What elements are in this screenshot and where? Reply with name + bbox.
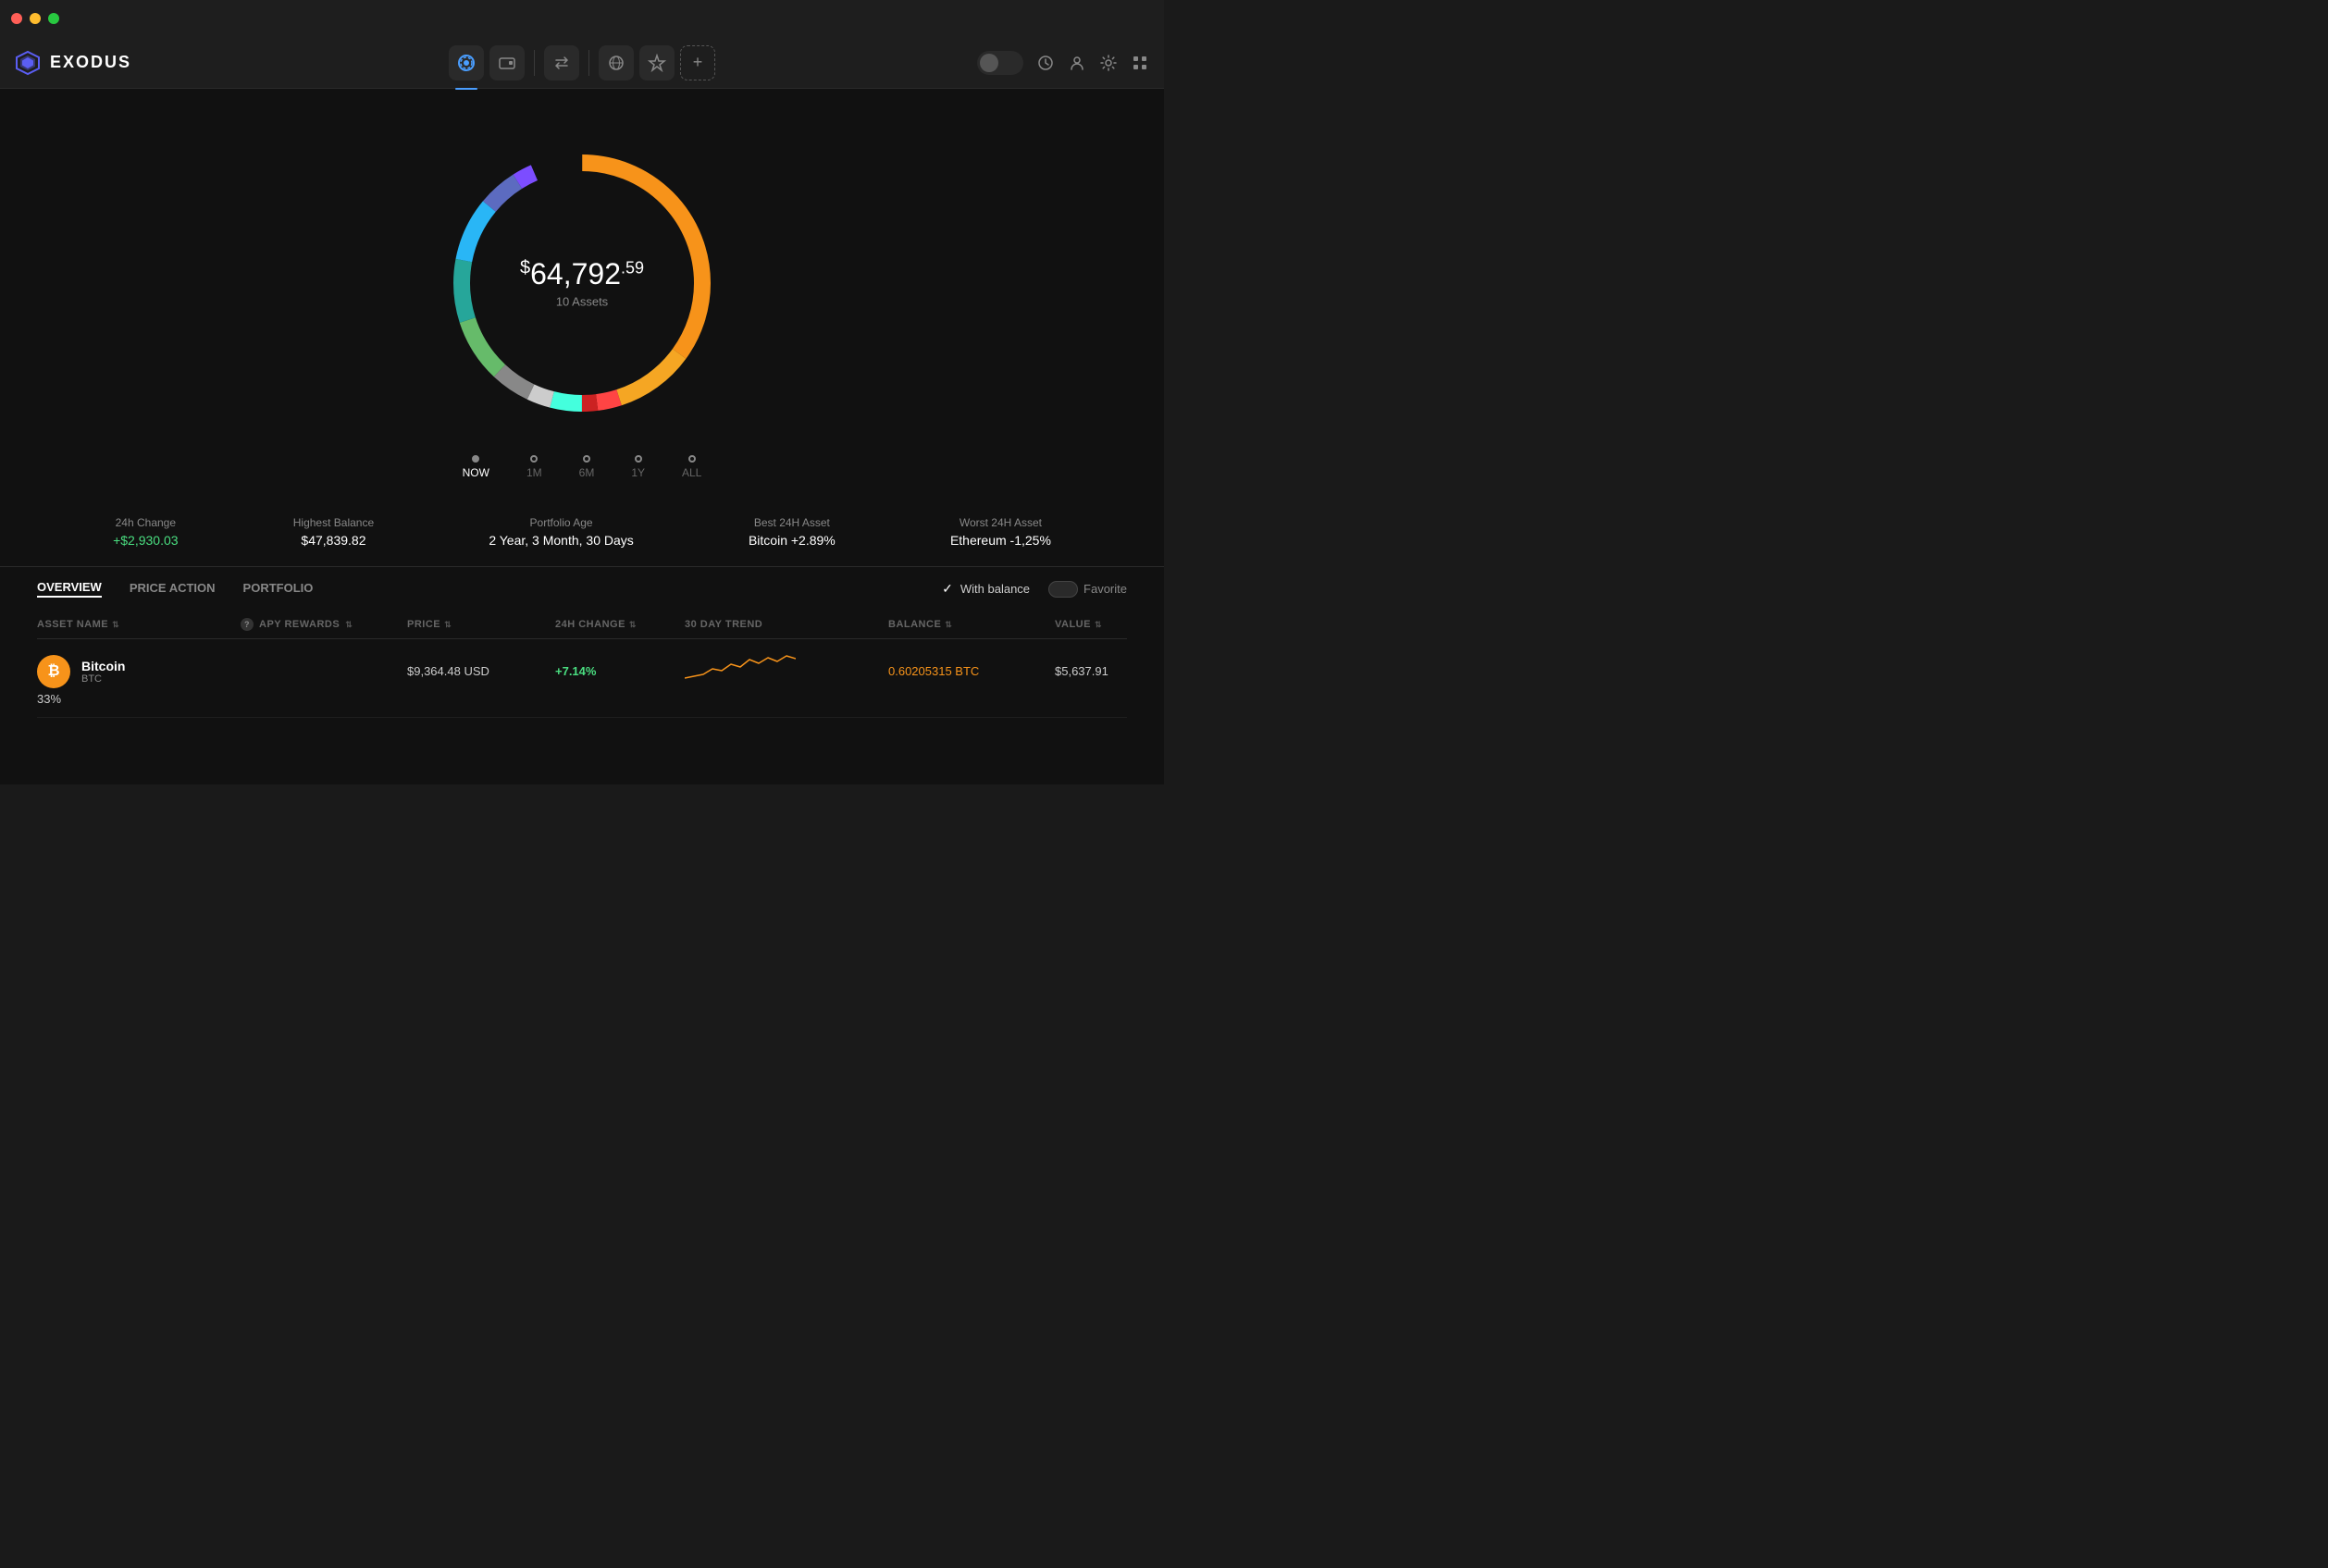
favorite-filter[interactable]: Favorite bbox=[1048, 581, 1127, 598]
nav-divider bbox=[534, 50, 535, 76]
price-cell: $9,364.48 USD bbox=[407, 664, 555, 678]
stat-24h-change: 24h Change +$2,930.03 bbox=[113, 516, 178, 548]
timeline-1m[interactable]: 1M bbox=[526, 455, 542, 479]
timeline-dot-now bbox=[472, 455, 479, 463]
nav-right bbox=[977, 51, 1149, 75]
portfolio-donut-chart: $64,792.59 10 Assets bbox=[425, 126, 739, 440]
app-name: EXODUS bbox=[50, 53, 131, 72]
nav-add-button[interactable]: + bbox=[680, 45, 715, 80]
apps-button[interactable] bbox=[1131, 54, 1149, 72]
timeline-dot-all bbox=[688, 455, 696, 463]
trend-cell bbox=[685, 650, 888, 692]
balance-cell: 0.60205315 BTC bbox=[888, 664, 1055, 678]
sort-icon-change: ⇅ bbox=[629, 620, 637, 630]
nav-portfolio-button[interactable] bbox=[449, 45, 484, 80]
nav-divider-2 bbox=[588, 50, 589, 76]
nav-browser-button[interactable] bbox=[599, 45, 634, 80]
nav-wallet-button[interactable] bbox=[489, 45, 525, 80]
settings-button[interactable] bbox=[1099, 54, 1118, 72]
favorite-toggle-box[interactable] bbox=[1048, 581, 1078, 598]
help-icon: ? bbox=[241, 618, 254, 631]
asset-info: Bitcoin BTC bbox=[81, 659, 125, 685]
check-icon: ✓ bbox=[942, 581, 953, 597]
sort-icon-value: ⇅ bbox=[1095, 620, 1102, 630]
trend-sparkline bbox=[685, 650, 796, 687]
portfolio-amount: $64,792.59 bbox=[520, 258, 644, 291]
tabs-filters: ✓ With balance Favorite bbox=[942, 581, 1127, 598]
timeline-1y[interactable]: 1Y bbox=[631, 455, 645, 479]
tab-overview[interactable]: OVERVIEW bbox=[37, 580, 102, 598]
timeline-6m[interactable]: 6M bbox=[579, 455, 595, 479]
change-cell: +7.14% bbox=[555, 664, 685, 678]
minimize-button[interactable] bbox=[30, 13, 41, 24]
portfolio-value-center: $64,792.59 10 Assets bbox=[520, 258, 644, 309]
timeline-dot-1y bbox=[635, 455, 642, 463]
timeline-all[interactable]: ALL bbox=[682, 455, 701, 479]
asset-table: ASSET NAME ⇅ ? APY REWARDS ⇅ PRICE ⇅ 24H… bbox=[0, 611, 1164, 718]
nav-earn-button[interactable] bbox=[639, 45, 675, 80]
stats-row: 24h Change +$2,930.03 Highest Balance $4… bbox=[0, 498, 1164, 566]
th-price[interactable]: PRICE ⇅ bbox=[407, 618, 555, 631]
asset-name-cell: ₿ Bitcoin BTC bbox=[37, 655, 241, 688]
with-balance-filter[interactable]: ✓ With balance bbox=[942, 581, 1030, 597]
maximize-button[interactable] bbox=[48, 13, 59, 24]
profile-button[interactable] bbox=[1068, 54, 1086, 72]
portfolio-section: $64,792.59 10 Assets NOW 1M 6M 1Y bbox=[0, 107, 1164, 488]
th-asset-name[interactable]: ASSET NAME ⇅ bbox=[37, 618, 241, 631]
stat-highest-balance: Highest Balance $47,839.82 bbox=[293, 516, 374, 548]
bitcoin-icon: ₿ bbox=[37, 655, 70, 688]
th-30d-trend: 30 DAY TREND bbox=[685, 618, 888, 631]
table-header: ASSET NAME ⇅ ? APY REWARDS ⇅ PRICE ⇅ 24H… bbox=[37, 611, 1127, 639]
sort-icon-asset: ⇅ bbox=[112, 620, 119, 630]
history-button[interactable] bbox=[1036, 54, 1055, 72]
timeline-now[interactable]: NOW bbox=[463, 455, 489, 479]
exodus-logo-icon bbox=[15, 50, 41, 76]
app-logo: EXODUS bbox=[15, 50, 131, 76]
tabs-row: OVERVIEW PRICE ACTION PORTFOLIO ✓ With b… bbox=[0, 567, 1164, 611]
stat-best-24h: Best 24H Asset Bitcoin +2.89% bbox=[749, 516, 836, 548]
th-value[interactable]: VALUE ⇅ bbox=[1055, 618, 1184, 631]
th-balance[interactable]: BALANCE ⇅ bbox=[888, 618, 1055, 631]
timeline: NOW 1M 6M 1Y ALL bbox=[389, 455, 776, 479]
portfolio-pct-cell: 33% bbox=[37, 692, 241, 706]
titlebar bbox=[0, 0, 1164, 37]
lock-thumb bbox=[980, 54, 998, 72]
sort-icon-apy: ⇅ bbox=[345, 620, 353, 630]
nav-center: + bbox=[449, 45, 715, 80]
stat-portfolio-age: Portfolio Age 2 Year, 3 Month, 30 Days bbox=[489, 516, 633, 548]
portfolio-assets-count: 10 Assets bbox=[520, 294, 644, 308]
tab-price-action[interactable]: PRICE ACTION bbox=[130, 581, 216, 597]
value-cell: $5,637.91 bbox=[1055, 664, 1184, 678]
stat-worst-24h: Worst 24H Asset Ethereum -1,25% bbox=[950, 516, 1051, 548]
close-button[interactable] bbox=[11, 13, 22, 24]
top-navigation: EXODUS bbox=[0, 37, 1164, 89]
sort-icon-balance: ⇅ bbox=[945, 620, 952, 630]
main-content: $64,792.59 10 Assets NOW 1M 6M 1Y bbox=[0, 89, 1164, 784]
table-row[interactable]: ₿ Bitcoin BTC $9,364.48 USD +7.14% 0.602… bbox=[37, 639, 1127, 718]
timeline-dot-1m bbox=[530, 455, 538, 463]
lock-toggle[interactable] bbox=[977, 51, 1023, 75]
timeline-dot-6m bbox=[583, 455, 590, 463]
th-24h-change[interactable]: 24H CHANGE ⇅ bbox=[555, 618, 685, 631]
tab-portfolio[interactable]: PORTFOLIO bbox=[243, 581, 314, 597]
sort-icon-price: ⇅ bbox=[444, 620, 452, 630]
th-apy-rewards[interactable]: ? APY REWARDS ⇅ bbox=[241, 618, 407, 631]
nav-exchange-button[interactable] bbox=[544, 45, 579, 80]
